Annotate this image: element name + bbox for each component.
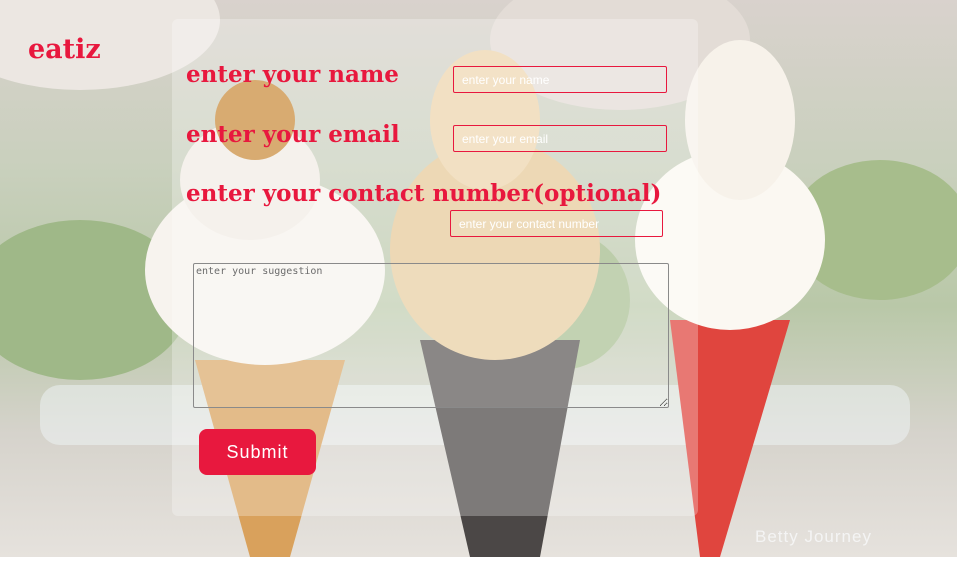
submit-button[interactable]: Submit bbox=[199, 429, 316, 475]
brand-logo[interactable]: eatiz bbox=[28, 34, 101, 65]
email-label: enter your email bbox=[186, 121, 400, 148]
name-input[interactable] bbox=[453, 66, 667, 93]
contact-input[interactable] bbox=[450, 210, 663, 237]
photo-watermark: Betty Journey bbox=[755, 527, 872, 546]
contact-label: enter your contact number(optional) bbox=[186, 180, 662, 207]
email-input[interactable] bbox=[453, 125, 667, 152]
name-label: enter your name bbox=[186, 61, 399, 88]
suggestion-textarea[interactable] bbox=[193, 263, 669, 408]
